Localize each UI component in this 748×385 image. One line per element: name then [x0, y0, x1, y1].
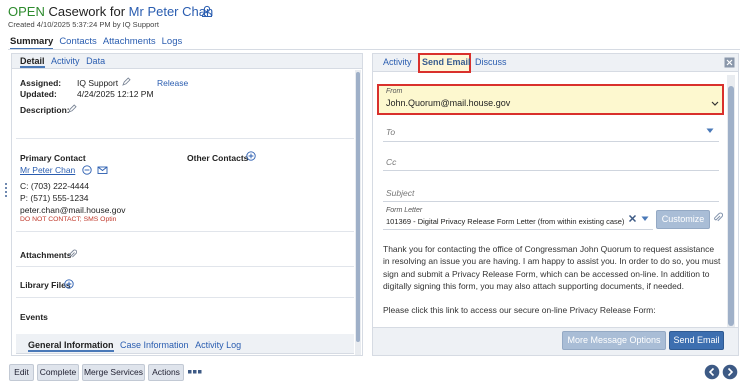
clip-icon[interactable]: [68, 249, 77, 259]
resize-handle[interactable]: [5, 183, 7, 197]
to-placeholder: To: [386, 127, 396, 137]
description-label: Description:: [20, 105, 70, 115]
more-message-options-button[interactable]: More Message Options: [562, 331, 666, 350]
close-icon[interactable]: [628, 214, 637, 223]
to-field[interactable]: [383, 122, 719, 142]
edit-button[interactable]: Edit: [9, 364, 34, 381]
customize-button[interactable]: Customize: [656, 210, 710, 229]
library-files-label: Library Files: [20, 280, 71, 290]
chevron-down-icon[interactable]: [706, 128, 714, 134]
updated-label: Updated:: [20, 89, 57, 99]
cc-field[interactable]: [383, 151, 719, 171]
plus-circle-icon[interactable]: [246, 151, 256, 161]
cc-placeholder: Cc: [386, 157, 397, 167]
tab-activity-log[interactable]: Activity Log: [195, 340, 241, 350]
contact-email: peter.chan@mail.house.gov: [20, 205, 126, 215]
tab-activity-right[interactable]: Activity: [383, 57, 412, 67]
tab-send-email-label: Send Email: [422, 57, 471, 67]
from-label: From: [386, 88, 403, 95]
chevron-down-icon[interactable]: [711, 101, 719, 107]
status-label: OPEN: [8, 4, 45, 19]
minus-circle-icon[interactable]: [82, 165, 92, 175]
clip-icon[interactable]: [713, 212, 723, 223]
assigned-value: IQ Support: [77, 78, 119, 88]
email-body-link-text[interactable]: Please click this link to access our sec…: [383, 305, 723, 315]
primary-contact-link[interactable]: Mr Peter Chan: [20, 165, 75, 175]
tab-summary[interactable]: Summary: [10, 36, 54, 50]
phone-cell: C: (703) 222-4444: [20, 181, 89, 191]
subject-placeholder: Subject: [386, 188, 415, 198]
contact-preferences: DO NOT CONTACT; SMS Optin: [20, 216, 117, 223]
divider: [16, 231, 354, 232]
tab-attachments[interactable]: Attachments: [103, 36, 156, 47]
circle-arrow-left-icon[interactable]: [704, 364, 720, 380]
page-title: OPEN Casework for Mr Peter Chan: [8, 4, 213, 19]
divider: [16, 266, 354, 267]
release-link[interactable]: Release: [157, 78, 188, 88]
tab-discuss[interactable]: Discuss: [475, 57, 507, 67]
phone-primary: P: (571) 555-1234: [20, 193, 89, 203]
merge-services-button[interactable]: Merge Services: [82, 364, 145, 381]
plus-circle-icon[interactable]: [64, 279, 74, 289]
form-letter-label: Form Letter: [386, 207, 423, 214]
right-scroll-thumb[interactable]: [728, 86, 734, 326]
assigned-label: Assigned:: [20, 78, 62, 88]
subject-field[interactable]: [383, 183, 719, 202]
title-prefix: Casework for: [48, 4, 126, 19]
email-icon[interactable]: [97, 165, 108, 175]
attachments-label: Attachments: [20, 250, 72, 260]
complete-button[interactable]: Complete: [37, 364, 79, 381]
pencil-icon[interactable]: [122, 77, 131, 86]
tab-general-information[interactable]: General Information: [28, 340, 114, 352]
divider: [8, 49, 740, 50]
more-icon[interactable]: [188, 370, 202, 374]
circle-arrow-right-icon[interactable]: [722, 364, 738, 380]
tab-activity-left[interactable]: Activity: [51, 56, 80, 66]
email-body-paragraph[interactable]: Thank you for contacting the office of C…: [383, 243, 723, 292]
actions-button[interactable]: Actions: [148, 364, 184, 381]
events-label: Events: [20, 312, 48, 322]
form-letter-value: 101369 - Digital Privacy Release Form Le…: [386, 217, 625, 226]
chevron-down-icon[interactable]: [641, 216, 649, 222]
divider: [16, 297, 354, 298]
updated-value: 4/24/2025 12:12 PM: [77, 89, 154, 99]
created-info: Created 4/10/2025 5:37:24 PM by IQ Suppo…: [8, 20, 159, 29]
other-contacts-label: Other Contacts: [187, 153, 249, 163]
divider: [16, 138, 354, 139]
tab-detail[interactable]: Detail: [20, 56, 45, 68]
tab-logs[interactable]: Logs: [162, 36, 183, 47]
send-email-button[interactable]: Send Email: [669, 331, 724, 350]
close-icon[interactable]: [724, 57, 735, 68]
tab-data[interactable]: Data: [86, 56, 105, 66]
detail-tabs: Detail Activity Data: [20, 56, 105, 68]
bottom-tabs: General Information Case Information Act…: [28, 340, 241, 352]
main-tabs: Summary Contacts Attachments Logs: [10, 36, 188, 50]
primary-contact-label: Primary Contact: [20, 153, 86, 163]
left-scroll-thumb[interactable]: [356, 72, 360, 342]
tab-contacts[interactable]: Contacts: [59, 36, 97, 47]
pencil-icon[interactable]: [68, 104, 77, 113]
tab-case-information[interactable]: Case Information: [120, 340, 189, 350]
from-value: John.Quorum@mail.house.gov: [386, 98, 511, 108]
person-icon[interactable]: [201, 5, 213, 17]
